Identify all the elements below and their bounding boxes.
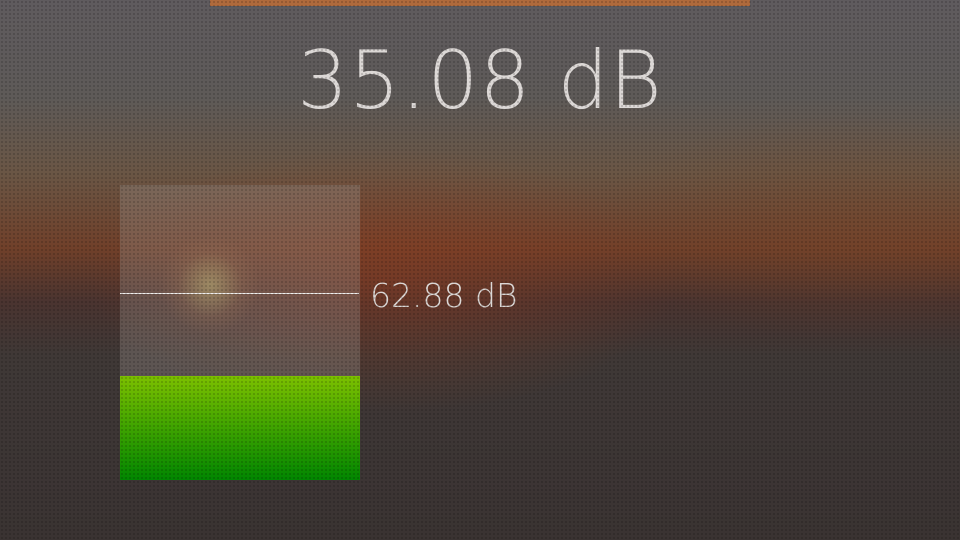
peak-marker-line (120, 293, 359, 294)
meter-level-fill (120, 375, 360, 480)
level-meter (120, 185, 360, 480)
peak-level-label: 62.88 dB (370, 276, 518, 315)
current-level-readout: 35.08 dB (297, 34, 663, 127)
meter-background-glow (160, 235, 260, 335)
top-accent-bar (210, 0, 750, 6)
